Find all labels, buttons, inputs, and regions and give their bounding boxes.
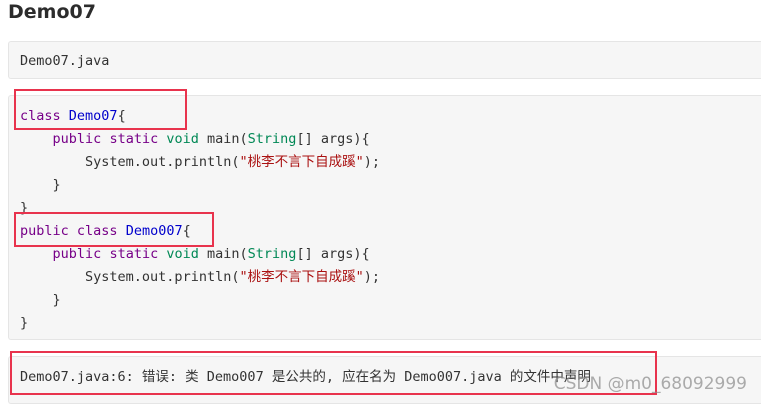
params: [] args){ <box>296 131 370 147</box>
keyword-public: public <box>52 131 102 147</box>
close-brace: } <box>52 292 61 308</box>
type-string: String <box>247 246 297 262</box>
code-line-4: } <box>20 174 380 197</box>
println-call: System.out.println( <box>85 269 240 285</box>
call-end: ); <box>363 154 380 170</box>
string-literal: "桃李不言下自成蹊" <box>239 154 364 170</box>
code-line-2: public static void main(String[] args){ <box>20 128 380 151</box>
csdn-watermark: CSDN @m0_68092999 <box>553 374 747 394</box>
code-line-9: } <box>20 289 380 312</box>
section-heading: Demo07 <box>8 1 96 23</box>
keyword-void: void <box>166 131 199 147</box>
string-literal: "桃李不言下自成蹊" <box>239 269 364 285</box>
code-line-3: System.out.println("桃李不言下自成蹊"); <box>20 151 380 174</box>
println-call: System.out.println( <box>85 154 240 170</box>
keyword-void: void <box>166 246 199 262</box>
code-line-10: } <box>20 312 380 335</box>
type-string: String <box>247 131 297 147</box>
call-end: ); <box>363 269 380 285</box>
filename-label: Demo07.java <box>20 53 110 69</box>
method-main: main( <box>207 131 248 147</box>
keyword-static: static <box>109 131 159 147</box>
keyword-static: static <box>109 246 159 262</box>
code-line-8: System.out.println("桃李不言下自成蹊"); <box>20 266 380 289</box>
filename-block: Demo07.java <box>8 41 761 79</box>
highlight-box-class-declaration <box>14 89 187 130</box>
method-main: main( <box>207 246 248 262</box>
highlight-box-public-class-declaration <box>14 212 214 247</box>
close-brace: } <box>20 315 29 331</box>
close-brace: } <box>52 177 61 193</box>
params: [] args){ <box>296 246 370 262</box>
keyword-public: public <box>52 246 102 262</box>
